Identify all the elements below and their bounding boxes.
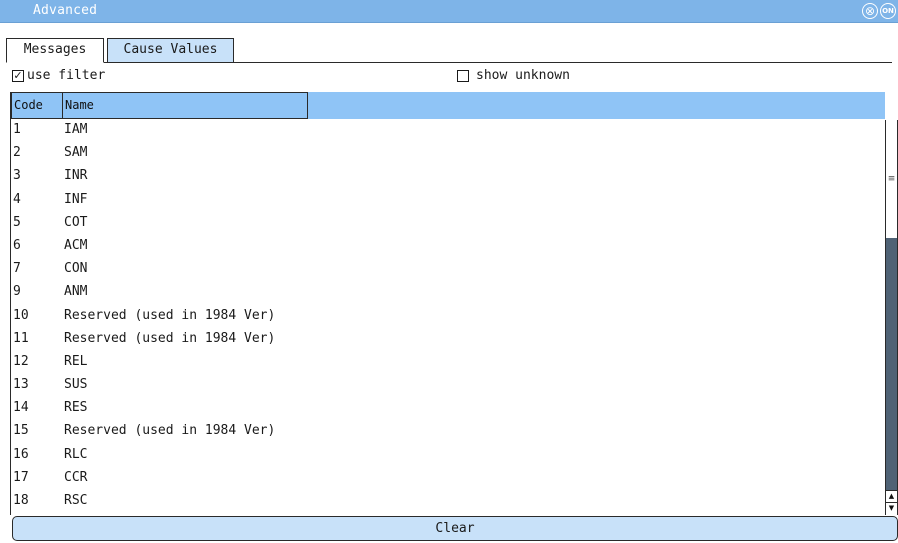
- cell-code: 3: [13, 168, 21, 184]
- cell-code: 16: [13, 446, 29, 462]
- column-header-code[interactable]: Code: [11, 92, 63, 119]
- show-unknown-checkbox[interactable]: [457, 70, 469, 82]
- scroll-up-button[interactable]: ▲: [886, 490, 897, 502]
- table-row[interactable]: 10 Reserved (used in 1984 Ver): [11, 305, 885, 328]
- table-row[interactable]: 6 ACM: [11, 235, 885, 258]
- table-row[interactable]: 16 RLC: [11, 444, 885, 467]
- cell-name: COT: [64, 214, 88, 230]
- grip-icon: ≡: [887, 174, 896, 184]
- tab-messages[interactable]: Messages: [6, 38, 104, 63]
- close-icon[interactable]: ⊗: [862, 3, 878, 19]
- cell-code: 4: [13, 191, 21, 207]
- table-row[interactable]: 19BLO: [11, 513, 885, 515]
- cell-name: INF: [64, 191, 88, 207]
- table-row[interactable]: 7 CON: [11, 258, 885, 281]
- cell-code: 5: [13, 214, 21, 230]
- cell-name: CCR: [64, 469, 88, 485]
- cell-name: Reserved (used in 1984 Ver): [64, 423, 276, 439]
- cell-name: RSC: [64, 493, 88, 508]
- table-row[interactable]: 18 RSC: [11, 490, 885, 513]
- table-row[interactable]: 13 SUS: [11, 374, 885, 397]
- cell-code: 17: [13, 469, 29, 485]
- cell-name: REL: [64, 353, 88, 369]
- table-row[interactable]: 9 ANM: [11, 281, 885, 304]
- cell-code: 1: [13, 122, 21, 137]
- scroll-track[interactable]: [886, 238, 897, 490]
- scroll-thumb[interactable]: ≡: [886, 120, 897, 238]
- show-unknown-label[interactable]: show unknown: [476, 68, 570, 83]
- use-filter-label[interactable]: use filter: [27, 68, 105, 83]
- cell-code: 11: [13, 330, 29, 346]
- table-row[interactable]: 4 INF: [11, 189, 885, 212]
- tab-cause-values[interactable]: Cause Values: [107, 38, 234, 63]
- table-row[interactable]: 15 Reserved (used in 1984 Ver): [11, 420, 885, 443]
- cell-name: Reserved (used in 1984 Ver): [64, 330, 276, 346]
- column-header-name[interactable]: Name: [62, 92, 308, 119]
- cell-name: RLC: [64, 446, 88, 462]
- cell-name: SAM: [64, 145, 88, 161]
- cell-code: 10: [13, 307, 29, 323]
- cell-code: 2: [13, 145, 21, 161]
- window-title: Advanced: [33, 3, 98, 18]
- cell-name: SUS: [64, 377, 88, 393]
- cell-code: 6: [13, 237, 21, 253]
- messages-table: Code Name 1 IAM 2 SAM 3 INR 4 INF 5 COT 6 ACM 7 CON 9 A…: [10, 92, 885, 515]
- filter-bar: ✓ use filter show unknown: [0, 67, 898, 89]
- table-row[interactable]: 14 RES: [11, 397, 885, 420]
- table-row[interactable]: 11 Reserved (used in 1984 Ver): [11, 328, 885, 351]
- clear-button[interactable]: Clear: [12, 516, 898, 541]
- cell-name: INR: [64, 168, 88, 184]
- cell-code: 7: [13, 261, 21, 277]
- table-row[interactable]: 3 INR: [11, 165, 885, 188]
- cell-code: 18: [13, 493, 29, 508]
- title-bar: Advanced ⊗ ON: [0, 0, 898, 23]
- cell-name: IAM: [64, 122, 88, 137]
- cell-name: CON: [64, 261, 88, 277]
- cell-code: 9: [13, 284, 21, 300]
- cell-name: RES: [64, 400, 88, 416]
- scroll-down-button[interactable]: ▼: [886, 502, 897, 514]
- table-row[interactable]: 5 COT: [11, 212, 885, 235]
- table-header: Code Name: [11, 92, 885, 119]
- table-row[interactable]: 1 IAM: [11, 119, 885, 142]
- cell-name: ANM: [64, 284, 88, 300]
- cell-code: 14: [13, 400, 29, 416]
- table-row[interactable]: 2 SAM: [11, 142, 885, 165]
- cell-name: ACM: [64, 237, 88, 253]
- use-filter-checkbox[interactable]: ✓: [12, 70, 24, 82]
- table-row[interactable]: 17 CCR: [11, 467, 885, 490]
- vertical-scrollbar[interactable]: ≡ ▲ ▼: [885, 120, 898, 515]
- table-body: 1 IAM 2 SAM 3 INR 4 INF 5 COT 6 ACM 7 CON 9 ANM 10 Reserv…: [11, 119, 885, 515]
- table-row[interactable]: 12 REL: [11, 351, 885, 374]
- cell-code: 12: [13, 353, 29, 369]
- cell-name: Reserved (used in 1984 Ver): [64, 307, 276, 323]
- cell-code: 15: [13, 423, 29, 439]
- tab-bar: Messages Cause Values: [0, 24, 898, 63]
- help-icon[interactable]: ON: [880, 3, 896, 19]
- cell-code: 13: [13, 377, 29, 393]
